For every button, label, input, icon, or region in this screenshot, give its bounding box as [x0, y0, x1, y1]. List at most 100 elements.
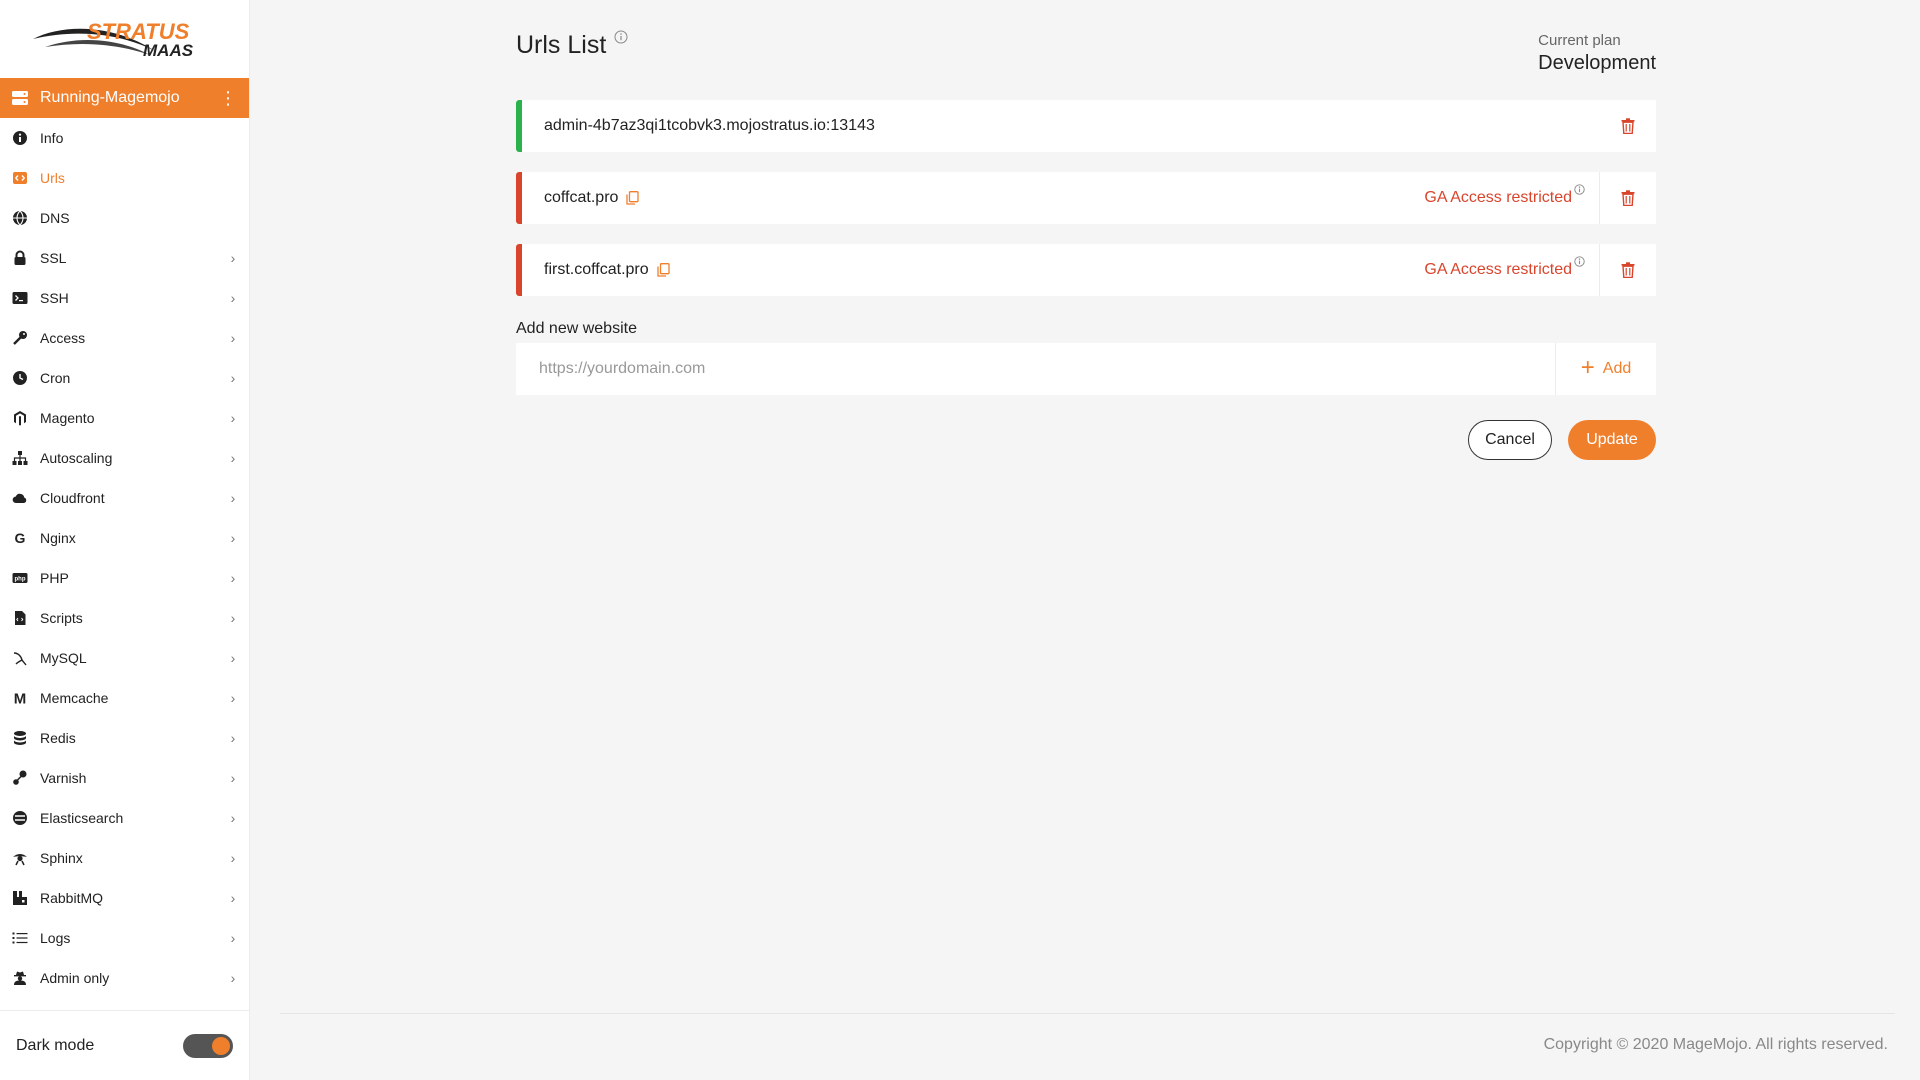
sidebar-item-varnish[interactable]: Varnish › [0, 758, 249, 798]
sidebar-item-label: Varnish [40, 770, 87, 786]
add-button-label: Add [1602, 360, 1632, 377]
copy-icon[interactable] [656, 263, 670, 277]
kebab-menu-icon[interactable]: ⋮ [219, 89, 237, 107]
info-icon [11, 129, 29, 147]
dark-mode-row: Dark mode [0, 1010, 250, 1080]
server-icon [12, 91, 28, 105]
sidebar-item-label: Admin only [40, 970, 110, 986]
sidebar-item-memcache[interactable]: M Memcache › [0, 678, 249, 718]
cancel-button[interactable]: Cancel [1468, 420, 1552, 460]
sidebar-item-dns[interactable]: DNS [0, 198, 249, 238]
sidebar-item-label: Access [40, 330, 86, 346]
add-website-label: Add new website [516, 320, 637, 337]
sidebar-item-rabbitmq[interactable]: RabbitMQ › [0, 878, 249, 918]
footer-divider [280, 1013, 1895, 1014]
update-button[interactable]: Update [1568, 420, 1656, 460]
copy-icon[interactable] [626, 191, 640, 205]
sidebar-item-label: Cloudfront [40, 490, 105, 506]
sidebar-item-mysql[interactable]: MySQL › [0, 638, 249, 678]
url-row: admin-4b7az3qi1tcobvk3.mojostratus.io:13… [516, 100, 1656, 152]
clock-icon [11, 369, 29, 387]
chevron-right-icon: › [230, 570, 236, 586]
plan-label: Current plan [1538, 32, 1621, 49]
sidebar-item-magento[interactable]: Magento › [0, 398, 249, 438]
url-text: first.coffcat.pro [544, 261, 649, 278]
chevron-right-icon: › [230, 770, 236, 786]
url-row: first.coffcat.pro GA Access restricted [516, 244, 1656, 296]
server-name: Running-Magemojo [40, 89, 180, 106]
sidebar-item-php[interactable]: php PHP › [0, 558, 249, 598]
trash-icon[interactable] [1600, 262, 1656, 278]
sidebar-item-label: PHP [40, 570, 69, 586]
info-icon[interactable] [1574, 254, 1585, 272]
sidebar-item-access[interactable]: Access › [0, 318, 249, 358]
plan-value: Development [1538, 52, 1656, 74]
sidebar-item-label: Memcache [40, 690, 109, 706]
chevron-right-icon: › [230, 890, 236, 906]
main-content: Urls List Current plan Development admin… [516, 0, 1656, 460]
add-website-box: + Add [516, 343, 1656, 395]
magento-icon [11, 409, 29, 427]
chevron-right-icon: › [230, 730, 236, 746]
chevron-right-icon: › [230, 810, 236, 826]
sitemap-icon [11, 449, 29, 467]
ga-access-status: GA Access restricted [1424, 261, 1572, 278]
sidebar-item-label: RabbitMQ [40, 890, 104, 906]
code-icon [11, 169, 29, 187]
sidebar-item-autoscaling[interactable]: Autoscaling › [0, 438, 249, 478]
sidebar-item-scripts[interactable]: Scripts › [0, 598, 249, 638]
info-icon[interactable] [1574, 182, 1585, 200]
sidebar-item-cron[interactable]: Cron › [0, 358, 249, 398]
info-icon[interactable] [614, 30, 628, 49]
sidebar-item-cloudfront[interactable]: Cloudfront › [0, 478, 249, 518]
trash-icon[interactable] [1600, 190, 1656, 206]
sidebar-item-logs[interactable]: Logs › [0, 918, 249, 958]
svg-text:php: php [15, 577, 26, 583]
user-secret-icon [11, 969, 29, 987]
copyright-text: Copyright © 2020 MageMojo. All rights re… [1543, 1036, 1888, 1053]
cloud-icon [11, 489, 29, 507]
sidebar-item-label: Info [40, 130, 64, 146]
dark-mode-toggle[interactable] [183, 1033, 233, 1058]
nginx-icon: G [11, 529, 29, 547]
chevron-right-icon: › [230, 370, 236, 386]
server-selector[interactable]: Running-Magemojo ⋮ [0, 78, 249, 118]
trash-icon[interactable] [1600, 118, 1656, 134]
add-website-button[interactable]: + Add [1556, 343, 1656, 395]
sidebar-item-info[interactable]: Info [0, 118, 249, 158]
sidebar-item-ssh[interactable]: SSH › [0, 278, 249, 318]
sidebar-item-label: Nginx [40, 530, 76, 546]
sidebar-item-urls[interactable]: Urls [0, 158, 249, 198]
php-icon: php [11, 569, 29, 587]
url-row: coffcat.pro GA Access restricted [516, 172, 1656, 224]
sidebar-item-label: Elasticsearch [40, 810, 124, 826]
sidebar-item-admin-only[interactable]: Admin only › [0, 958, 249, 998]
sidebar-item-redis[interactable]: Redis › [0, 718, 249, 758]
sidebar-item-label: Logs [40, 930, 71, 946]
varnish-icon [11, 769, 29, 787]
sidebar-item-sphinx[interactable]: Sphinx › [0, 838, 249, 878]
sidebar-item-label: MySQL [40, 650, 87, 666]
sidebar-item-elasticsearch[interactable]: Elasticsearch › [0, 798, 249, 838]
website-url-input[interactable] [516, 343, 1555, 395]
current-plan: Current plan Development [1538, 32, 1656, 75]
status-stripe [516, 172, 522, 224]
plus-icon: + [1580, 354, 1595, 381]
key-icon [11, 329, 29, 347]
svg-text:G: G [15, 530, 26, 546]
chevron-right-icon: › [230, 930, 236, 946]
database-icon [11, 729, 29, 747]
chevron-right-icon: › [230, 850, 236, 866]
sidebar: STRATUS MAAS Running-Magemojo ⋮ Info Urls… [0, 0, 250, 1080]
stratus-logo[interactable]: STRATUS MAAS [0, 0, 249, 78]
sidebar-item-label: Magento [40, 410, 95, 426]
sidebar-item-label: SSL [40, 250, 67, 266]
chevron-right-icon: › [230, 410, 236, 426]
sidebar-item-ssl[interactable]: SSL › [0, 238, 249, 278]
chevron-right-icon: › [230, 490, 236, 506]
sidebar-item-nginx[interactable]: G Nginx › [0, 518, 249, 558]
chevron-right-icon: › [230, 690, 236, 706]
sidebar-item-label: Urls [40, 170, 65, 186]
sidebar-item-label: Autoscaling [40, 450, 113, 466]
memcache-icon: M [11, 689, 29, 707]
